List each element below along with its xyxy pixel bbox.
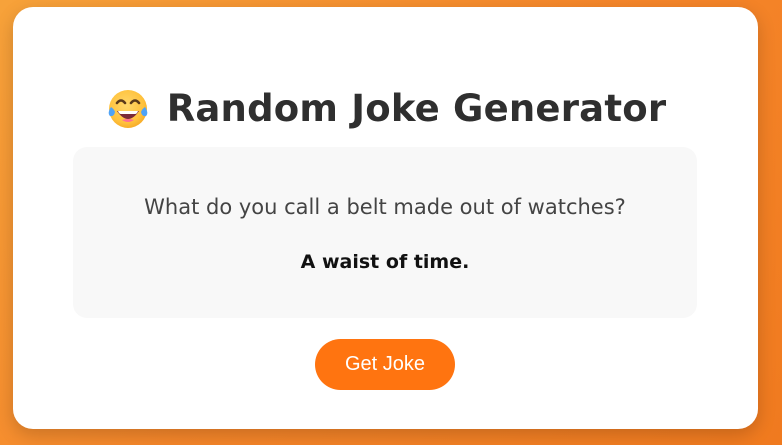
face-with-tears-of-joy-icon (105, 85, 151, 131)
joke-setup: What do you call a belt made out of watc… (144, 195, 626, 219)
get-joke-button[interactable]: Get Joke (315, 339, 455, 390)
app-title: Random Joke Generator (166, 86, 667, 130)
joke-display: What do you call a belt made out of watc… (73, 147, 697, 318)
page-title: Random Joke Generator (13, 83, 758, 133)
joke-card: Random Joke Generator What do you call a… (13, 7, 758, 429)
joke-punchline: A waist of time. (300, 251, 470, 273)
